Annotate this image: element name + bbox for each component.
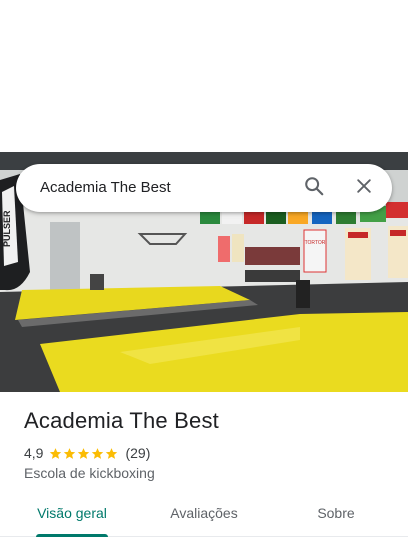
active-tab-indicator <box>36 534 108 537</box>
clear-search-button[interactable] <box>346 170 382 206</box>
tab-about[interactable]: Sobre <box>296 496 376 534</box>
search-icon <box>303 175 325 202</box>
poster-text: TORTOR <box>305 240 326 246</box>
star-icon <box>78 447 90 459</box>
star-icon <box>50 447 62 459</box>
search-button[interactable] <box>296 170 332 206</box>
review-count[interactable]: (29) <box>125 445 150 461</box>
rating-row[interactable]: 4,9 (29) <box>24 444 150 462</box>
close-icon <box>354 176 374 201</box>
place-category[interactable]: Escola de kickboxing <box>24 465 155 481</box>
search-input[interactable]: Academia The Best <box>40 164 171 212</box>
tab-overview[interactable]: Visão geral <box>24 496 120 534</box>
search-bar[interactable]: Academia The Best <box>16 164 392 212</box>
tab-reviews[interactable]: Avaliações <box>152 496 256 534</box>
bag-text: PULSER <box>2 210 12 247</box>
tab-bar: Visão geral Avaliações Sobre <box>0 496 408 537</box>
star-icon <box>106 447 118 459</box>
rating-value: 4,9 <box>24 445 44 461</box>
star-icon <box>92 447 104 459</box>
rating-stars <box>49 447 119 460</box>
place-title: Academia The Best <box>24 408 219 433</box>
star-icon <box>64 447 76 459</box>
